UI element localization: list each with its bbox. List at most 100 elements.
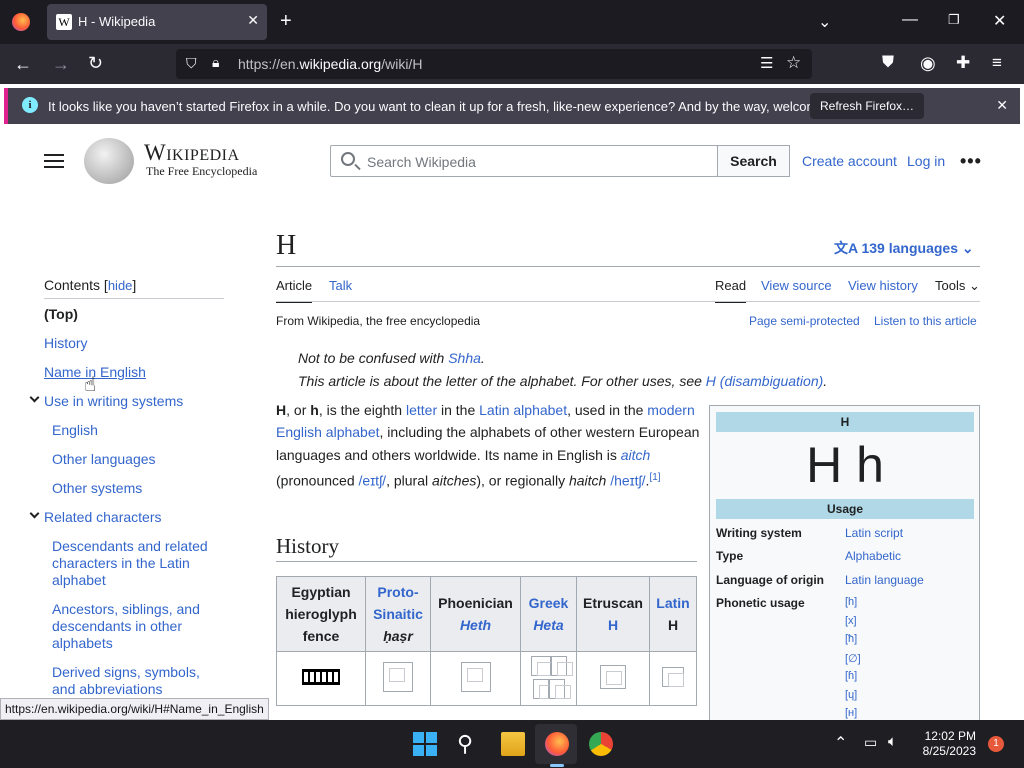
tab-read[interactable]: Read [715, 278, 747, 303]
greek-heta-image[interactable] [530, 655, 553, 676]
heta-link[interactable]: Heta [533, 617, 563, 633]
greek-heta-image[interactable] [548, 678, 571, 699]
toc-item-ancestors[interactable]: Ancestors, siblings, and descendants in … [52, 601, 222, 652]
ipa-aitch-link[interactable]: /eɪtʃ/ [359, 473, 387, 489]
toc-hide-link[interactable]: hide [108, 278, 133, 293]
create-account-link[interactable]: Create account [802, 153, 897, 169]
search-icon[interactable]: ⚲ [457, 732, 481, 756]
reader-view-icon[interactable]: ☰ [760, 54, 773, 72]
aitch-link[interactable]: aitch [621, 447, 651, 463]
lock-icon[interactable]: 🔒︎ [212, 54, 219, 71]
phonetic-link[interactable]: [x] [845, 615, 857, 627]
tab-tools[interactable]: Tools ⌄ [935, 278, 980, 294]
alphabetic-link[interactable]: Alphabetic [845, 549, 901, 563]
volume-icon[interactable]: 🔈︎ [888, 733, 897, 750]
ipa-haitch-link[interactable]: /heɪtʃ/ [610, 473, 645, 489]
pocket-icon[interactable]: ⛊ [882, 54, 894, 72]
phonetic-link[interactable]: [ɥ] [845, 689, 857, 701]
tracking-shield-icon[interactable]: ⛉ [186, 55, 197, 72]
wikipedia-globe-logo[interactable] [84, 138, 134, 184]
etruscan-h-link[interactable]: H [608, 617, 618, 633]
restore-icon[interactable]: ❐ [948, 12, 960, 28]
toc-item-top[interactable]: (Top) [44, 306, 78, 322]
fence-hieroglyph-image[interactable] [302, 669, 340, 685]
chevron-down-icon[interactable] [29, 508, 40, 519]
latin-alphabet-link[interactable]: Latin alphabet [479, 402, 567, 418]
toc-item-other-languages[interactable]: Other languages [52, 451, 156, 467]
proto-sinaitic-image[interactable] [383, 662, 413, 692]
latin-language-link[interactable]: Latin language [845, 573, 924, 587]
phonetic-link[interactable]: [ɦ] [845, 670, 857, 682]
tab-talk[interactable]: Talk [329, 278, 352, 293]
search-input[interactable] [367, 152, 707, 172]
tab-wikipedia-h[interactable]: W H - Wikipedia ✕ [47, 4, 267, 40]
show-hidden-icons-chevron-icon[interactable]: ⌃ [834, 733, 847, 753]
file-explorer-icon[interactable] [501, 732, 525, 756]
browser-navbar: ← → ↻ ⛉ 🔒︎ https://en.wikipedia.org/wiki… [0, 44, 1024, 84]
toc-item-other-systems[interactable]: Other systems [52, 480, 142, 496]
close-notification-icon[interactable]: ✕ [996, 97, 1008, 114]
greek-link[interactable]: Greek [529, 595, 569, 611]
latin-script-link[interactable]: Latin script [845, 526, 903, 540]
notification-badge[interactable]: 1 [988, 736, 1004, 752]
listen-link[interactable]: Listen to this article [874, 314, 977, 328]
firefox-menu-icon[interactable] [12, 13, 30, 31]
infobox: H H h Usage Writing system Latin script … [709, 405, 980, 720]
account-icon[interactable]: ◉ [920, 53, 936, 74]
languages-button[interactable]: 文A 139 languages ⌄ [834, 238, 974, 258]
phonetic-link[interactable]: [ʜ] [845, 707, 857, 719]
windows-start-icon[interactable] [413, 732, 437, 756]
toc-item-derived-signs[interactable]: Derived signs, symbols, and abbreviation… [52, 664, 222, 698]
letter-link[interactable]: letter [406, 402, 437, 418]
search-button[interactable]: Search [717, 145, 790, 177]
refresh-firefox-button[interactable]: Refresh Firefox… [810, 93, 925, 119]
taskbar-clock[interactable]: 12:02 PM 8/25/2023 [923, 729, 976, 759]
heth-link[interactable]: Heth [460, 617, 491, 633]
list-tabs-chevron-icon[interactable]: ⌄ [818, 12, 831, 32]
forward-icon[interactable]: → [52, 54, 70, 75]
toc-item-english[interactable]: English [52, 422, 98, 438]
chrome-icon[interactable] [589, 732, 613, 756]
disambiguation-link[interactable]: H (disambiguation) [706, 373, 824, 389]
greek-heta-image[interactable] [550, 655, 573, 676]
chevron-down-icon[interactable] [29, 392, 40, 403]
tab-view-source[interactable]: View source [761, 278, 832, 293]
etruscan-h-image[interactable] [600, 665, 626, 689]
phonetic-h-link[interactable]: [h] [845, 596, 857, 608]
address-bar[interactable]: ⛉ 🔒︎ https://en.wikipedia.org/wiki/H ☰ ☆ [176, 49, 812, 79]
back-icon[interactable]: ← [14, 54, 32, 75]
url-text[interactable]: https://en.wikipedia.org/wiki/H [238, 56, 422, 72]
history-divider [276, 561, 697, 562]
reload-icon[interactable]: ↻ [88, 53, 103, 74]
shha-link[interactable]: Shha [448, 350, 481, 366]
toc-item-related-characters[interactable]: Related characters [44, 509, 162, 525]
bookmark-star-icon[interactable]: ☆ [786, 53, 801, 73]
semi-protected-link[interactable]: Page semi-protected [749, 314, 860, 328]
greek-heta-image[interactable] [532, 678, 555, 699]
new-tab-icon[interactable]: + [280, 10, 292, 33]
minimize-icon[interactable]: — [902, 11, 918, 29]
app-menu-icon[interactable]: ≡ [992, 53, 1002, 73]
network-icon[interactable]: ▭ [864, 734, 877, 751]
toc-item-use-in-writing-systems[interactable]: Use in writing systems [44, 393, 183, 409]
phonetic-link[interactable]: [∅] [845, 652, 861, 665]
log-in-link[interactable]: Log in [907, 153, 945, 169]
toc-item-history[interactable]: History [44, 335, 88, 351]
wikipedia-wordmark[interactable]: Wikipedia [144, 140, 240, 166]
reference-1-link[interactable]: [1] [649, 472, 660, 483]
tab-view-history[interactable]: View history [848, 278, 918, 293]
more-options-icon[interactable]: ••• [960, 151, 982, 172]
latin-h-image[interactable] [662, 667, 684, 687]
latin-link[interactable]: Latin [656, 595, 689, 611]
main-menu-hamburger-icon[interactable] [44, 154, 64, 168]
firefox-icon[interactable] [545, 732, 569, 756]
close-tab-icon[interactable]: ✕ [247, 12, 259, 29]
tab-article[interactable]: Article [276, 278, 313, 303]
proto-sinaitic-link[interactable]: Proto- Sinaitic [373, 584, 423, 622]
phoenician-heth-image[interactable] [460, 662, 491, 692]
close-window-icon[interactable]: ✕ [993, 11, 1006, 31]
phonetic-link[interactable]: [ħ] [845, 633, 857, 645]
toc-item-descendants[interactable]: Descendants and related characters in th… [52, 538, 222, 589]
extensions-icon[interactable]: ✚ [956, 53, 970, 73]
search-box[interactable] [330, 145, 718, 177]
